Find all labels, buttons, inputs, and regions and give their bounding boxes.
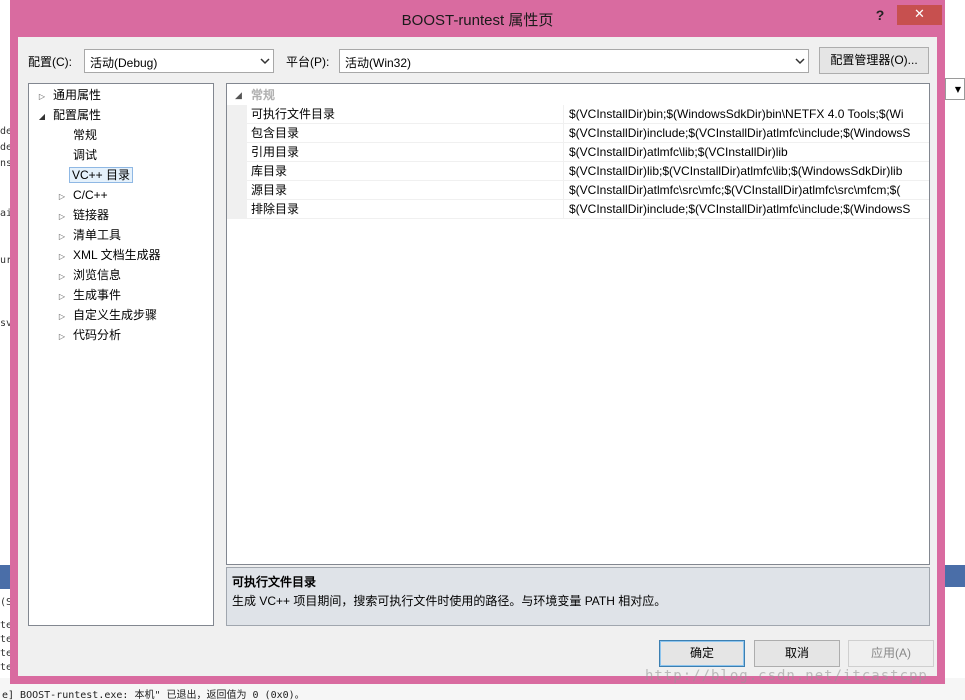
cancel-button[interactable]: 取消 [754, 640, 840, 667]
tree-item-manifest-tool[interactable]: ▷ 清单工具 [57, 226, 121, 244]
property-name: 库目录 [247, 162, 564, 181]
property-name: 可执行文件目录 [247, 105, 564, 124]
row-gutter [227, 162, 247, 181]
collapse-arrow-icon[interactable]: ◢ [235, 86, 242, 104]
config-manager-button[interactable]: 配置管理器(O)... [819, 47, 929, 74]
expand-arrow-icon[interactable]: ▷ [57, 328, 67, 346]
expand-arrow-icon[interactable]: ▷ [57, 188, 67, 206]
tree-item-cpp[interactable]: ▷ C/C++ [57, 186, 108, 204]
expand-arrow-icon[interactable]: ▷ [57, 228, 67, 246]
platform-label: 平台(P): [286, 55, 330, 69]
grid-row-executable-dirs[interactable]: 可执行文件目录 $(VCInstallDir)bin;$(WindowsSdkD… [227, 105, 929, 124]
title-bar[interactable]: BOOST-runtest 属性页 ? ✕ [10, 0, 945, 37]
dialog-body: 配置(C): 活动(Debug) 平台(P): 活动(Win32) 配置管理器(… [18, 37, 937, 676]
close-button[interactable]: ✕ [897, 5, 942, 25]
property-value[interactable]: $(VCInstallDir)include;$(VCInstallDir)at… [564, 200, 929, 219]
property-grid: ◢ 常规 可执行文件目录 $(VCInstallDir)bin;$(Window… [226, 83, 930, 565]
tree-item-linker[interactable]: ▷ 链接器 [57, 206, 109, 224]
property-name: 引用目录 [247, 143, 564, 162]
collapse-arrow-icon[interactable]: ◢ [37, 108, 47, 126]
property-tree: ▷ 通用属性 ◢ 配置属性 常规 调试 VC++ 目录 ▷ C/C++ ▷ 链接器 ▷ 清… [28, 83, 214, 626]
chevron-down-icon [795, 55, 805, 67]
property-value[interactable]: $(VCInstallDir)atlmfc\src\mfc;$(VCInstal… [564, 181, 929, 200]
platform-dropdown[interactable]: 活动(Win32) [339, 49, 809, 73]
description-title: 可执行文件目录 [232, 575, 317, 589]
grid-row-include-dirs[interactable]: 包含目录 $(VCInstallDir)include;$(VCInstallD… [227, 124, 929, 143]
expand-arrow-icon[interactable]: ▷ [57, 268, 67, 286]
tree-item-browse-info[interactable]: ▷ 浏览信息 [57, 266, 121, 284]
expand-arrow-icon[interactable]: ▷ [57, 208, 67, 226]
background-editor-right: ▼ [945, 0, 965, 700]
ok-button[interactable]: 确定 [659, 640, 745, 667]
property-value[interactable]: $(VCInstallDir)bin;$(WindowsSdkDir)bin\N… [564, 105, 929, 124]
row-gutter [227, 200, 247, 219]
row-gutter [227, 181, 247, 200]
expand-arrow-icon[interactable]: ▷ [57, 248, 67, 266]
tree-item-config-properties[interactable]: ◢ 配置属性 [37, 106, 101, 124]
platform-value: 活动(Win32) [345, 56, 412, 70]
window-title: BOOST-runtest 属性页 [401, 12, 554, 29]
tree-item-general[interactable]: 常规 [73, 126, 97, 144]
property-name: 排除目录 [247, 200, 564, 219]
property-pages-dialog: BOOST-runtest 属性页 ? ✕ 配置(C): 活动(Debug) 平… [10, 0, 945, 684]
background-dropdown[interactable]: ▼ [945, 78, 965, 100]
description-panel: 可执行文件目录 生成 VC++ 项目期间，搜索可执行文件时使用的路径。与环境变量… [226, 567, 930, 626]
expand-arrow-icon[interactable]: ▷ [57, 308, 67, 326]
property-value[interactable]: $(VCInstallDir)lib;$(VCInstallDir)atlmfc… [564, 162, 929, 181]
property-value[interactable]: $(VCInstallDir)include;$(VCInstallDir)at… [564, 124, 929, 143]
tree-item-vc-directories[interactable]: VC++ 目录 [69, 166, 134, 184]
expand-arrow-icon[interactable]: ▷ [37, 88, 47, 106]
config-dropdown[interactable]: 活动(Debug) [84, 49, 274, 73]
row-gutter [227, 143, 247, 162]
property-name: 源目录 [247, 181, 564, 200]
row-gutter [227, 105, 247, 124]
category-label: 常规 [251, 88, 276, 102]
tree-item-build-events[interactable]: ▷ 生成事件 [57, 286, 121, 304]
expand-arrow-icon[interactable]: ▷ [57, 288, 67, 306]
grid-row-reference-dirs[interactable]: 引用目录 $(VCInstallDir)atlmfc\lib;$(VCInsta… [227, 143, 929, 162]
property-value[interactable]: $(VCInstallDir)atlmfc\lib;$(VCInstallDir… [564, 143, 929, 162]
config-label: 配置(C): [28, 55, 72, 69]
tree-item-common-properties[interactable]: ▷ 通用属性 [37, 86, 101, 104]
tree-item-custom-build-step[interactable]: ▷ 自定义生成步骤 [57, 306, 157, 324]
grid-row-exclude-dirs[interactable]: 排除目录 $(VCInstallDir)include;$(VCInstallD… [227, 200, 929, 219]
row-gutter [227, 124, 247, 143]
property-name: 包含目录 [247, 124, 564, 143]
grid-row-library-dirs[interactable]: 库目录 $(VCInstallDir)lib;$(VCInstallDir)at… [227, 162, 929, 181]
tree-item-code-analysis[interactable]: ▷ 代码分析 [57, 326, 121, 344]
apply-button[interactable]: 应用(A) [848, 640, 934, 667]
chevron-down-icon: ▼ [954, 85, 961, 94]
watermark: http://blog.csdn.net/itcastcpp [645, 668, 928, 684]
config-value: 活动(Debug) [90, 56, 158, 70]
tree-item-debugging[interactable]: 调试 [73, 146, 97, 164]
grid-row-source-dirs[interactable]: 源目录 $(VCInstallDir)atlmfc\src\mfc;$(VCIn… [227, 181, 929, 200]
background-panel-header [945, 565, 965, 587]
output-line: e] BOOST-runtest.exe: 本机" 已退出，返回值为 0 (0x… [2, 690, 305, 700]
description-text: 生成 VC++ 项目期间，搜索可执行文件时使用的路径。与环境变量 PATH 相对… [232, 594, 667, 608]
chevron-down-icon [260, 55, 270, 67]
help-button[interactable]: ? [868, 5, 892, 25]
tree-item-xml-doc-generator[interactable]: ▷ XML 文档生成器 [57, 246, 161, 264]
grid-category[interactable]: ◢ 常规 [227, 86, 927, 104]
